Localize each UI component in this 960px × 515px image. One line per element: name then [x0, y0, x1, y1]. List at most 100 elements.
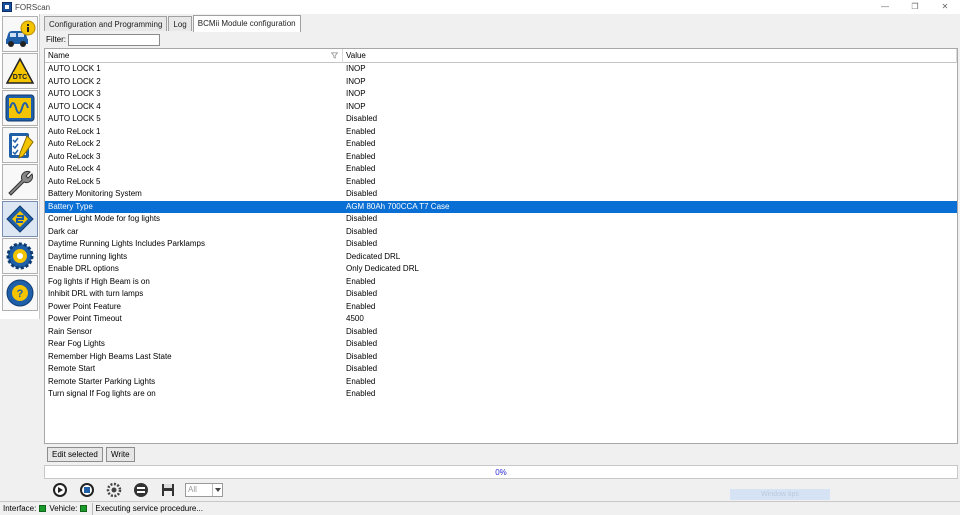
configuration-table: Name Value AUTO LOCK 1 INOP AUTO LOCK 2 INO… — [44, 48, 958, 444]
row-value-cell: Dedicated DRL — [346, 251, 401, 261]
vehicle-label: Vehicle: — [49, 504, 78, 513]
row-value-cell: Enabled — [346, 301, 376, 311]
close-button[interactable]: ✕ — [930, 0, 960, 14]
table-row[interactable]: Power Point Feature Enabled — [45, 301, 957, 314]
sidebar-service-checklist[interactable] — [2, 127, 38, 163]
table-row[interactable]: Corner Light Mode for fog lights Disabled — [45, 213, 957, 226]
minimize-button[interactable]: — — [870, 0, 900, 14]
connect-button[interactable] — [103, 482, 125, 498]
column-header-name[interactable]: Name — [45, 49, 343, 63]
table-row[interactable]: Auto ReLock 3 Enabled — [45, 151, 957, 164]
table-row[interactable]: Auto ReLock 1 Enabled — [45, 126, 957, 139]
table-row[interactable]: Auto ReLock 2 Enabled — [45, 138, 957, 151]
tab-bcmii-module-configuration[interactable]: BCMii Module configuration — [192, 15, 301, 32]
row-name-cell: Power Point Timeout — [48, 314, 122, 323]
filter-funnel-icon[interactable] — [331, 52, 338, 59]
table-row[interactable]: Rear Fog Lights Disabled — [45, 338, 957, 351]
run-button[interactable] — [49, 482, 71, 498]
edit-selected-button[interactable]: Edit selected — [47, 447, 103, 462]
filter-label: Filter: — [46, 35, 66, 44]
row-name-cell: AUTO LOCK 5 — [48, 114, 101, 123]
save-button[interactable] — [157, 482, 179, 498]
sidebar-module-configuration[interactable] — [2, 201, 38, 237]
write-button[interactable]: Write — [106, 447, 135, 462]
row-name-cell: Auto ReLock 3 — [48, 151, 101, 161]
table-row[interactable]: Remember High Beams Last State Disabled — [45, 351, 957, 364]
table-row[interactable]: Remote Starter Parking Lights Enabled — [45, 376, 957, 389]
gear-icon — [6, 242, 34, 270]
vehicle-status-indicator — [80, 505, 88, 512]
filter-row: Filter: — [44, 32, 958, 47]
filter-input[interactable] — [68, 33, 160, 46]
table-header: Name Value — [45, 49, 957, 63]
row-name-cell: Auto ReLock 2 — [48, 139, 101, 148]
row-name-cell: AUTO LOCK 3 — [48, 89, 101, 98]
column-header-value-label: Value — [346, 51, 366, 60]
table-row[interactable]: Battery Monitoring System Disabled — [45, 188, 957, 201]
row-value-cell: Enabled — [346, 276, 376, 286]
row-value-cell: 4500 — [346, 314, 364, 323]
row-value-cell: Disabled — [346, 226, 378, 236]
tab-log[interactable]: Log — [168, 16, 192, 31]
column-header-value[interactable]: Value — [343, 49, 957, 63]
sidebar-oscilloscope[interactable] — [2, 90, 38, 126]
row-value-cell: Disabled — [346, 189, 378, 198]
chevron-down-icon[interactable] — [212, 484, 222, 496]
tab-configuration-and-programming[interactable]: Configuration and Programming — [44, 16, 168, 31]
sidebar: DTC ? — [0, 14, 40, 319]
sidebar-help[interactable]: ? — [2, 275, 38, 311]
table-row[interactable]: Battery Type AGM 80Ah 700CCA T7 Case — [45, 200, 957, 213]
interface-label: Interface: — [3, 504, 37, 513]
table-row[interactable]: AUTO LOCK 4 INOP — [45, 101, 957, 114]
table-row[interactable]: Turn signal If Fog lights are on Enabled — [45, 388, 957, 401]
row-name-cell: Enable DRL options — [48, 264, 119, 273]
row-value-cell: Enabled — [346, 376, 376, 386]
sidebar-settings[interactable] — [2, 238, 38, 274]
row-value-cell: INOP — [346, 101, 366, 111]
table-row[interactable]: Power Point Timeout 4500 — [45, 313, 957, 326]
row-value-cell: INOP — [346, 89, 366, 98]
svg-text:?: ? — [17, 288, 24, 300]
row-value-cell: Disabled — [346, 239, 378, 248]
sidebar-vehicle-info[interactable] — [2, 16, 38, 52]
stop-button[interactable] — [76, 482, 98, 498]
table-row[interactable]: Remote Start Disabled — [45, 363, 957, 376]
bottom-toolbar: All Window tips — [44, 481, 958, 500]
table-row[interactable]: Enable DRL options Only Dedicated DRL — [45, 263, 957, 276]
sidebar-service-functions[interactable] — [2, 164, 38, 200]
disconnect-button[interactable] — [130, 482, 152, 498]
table-row[interactable]: AUTO LOCK 2 INOP — [45, 76, 957, 89]
row-value-cell: Disabled — [346, 214, 378, 223]
table-row[interactable]: Auto ReLock 5 Enabled — [45, 176, 957, 189]
table-row[interactable]: AUTO LOCK 5 Disabled — [45, 113, 957, 126]
row-name-cell: Remote Starter Parking Lights — [48, 376, 156, 386]
row-value-cell: INOP — [346, 64, 366, 73]
row-name-cell: Fog lights if High Beam is on — [48, 276, 150, 286]
window-tips-button[interactable]: Window tips — [730, 489, 830, 500]
table-row[interactable]: AUTO LOCK 1 INOP — [45, 63, 957, 76]
table-row[interactable]: Daytime running lights Dedicated DRL — [45, 251, 957, 264]
svg-text:DTC: DTC — [13, 74, 27, 81]
row-value-cell: Enabled — [346, 176, 376, 186]
table-row[interactable]: Daytime Running Lights Includes Parklamp… — [45, 238, 957, 251]
table-row[interactable]: Inhibit DRL with turn lamps Disabled — [45, 288, 957, 301]
table-row[interactable]: Dark car Disabled — [45, 226, 957, 239]
row-value-cell: Enabled — [346, 151, 376, 161]
table-row[interactable]: Rain Sensor Disabled — [45, 326, 957, 339]
row-value-cell: Disabled — [346, 364, 378, 373]
row-value-cell: Only Dedicated DRL — [346, 264, 419, 273]
row-value-cell: Enabled — [346, 126, 376, 136]
log-filter-combo[interactable]: All — [185, 483, 223, 497]
action-bar: Edit selected Write — [44, 445, 958, 465]
restore-button[interactable]: ❐ — [900, 0, 930, 14]
title-bar: FORScan — ❐ ✕ — [0, 0, 960, 14]
sidebar-dtc[interactable]: DTC — [2, 53, 38, 89]
row-value-cell: Disabled — [346, 289, 378, 298]
row-name-cell: AUTO LOCK 1 — [48, 64, 101, 73]
table-row[interactable]: AUTO LOCK 3 INOP — [45, 88, 957, 101]
column-header-name-label: Name — [48, 51, 70, 60]
cog-connect-icon — [106, 482, 122, 498]
table-row[interactable]: Fog lights if High Beam is on Enabled — [45, 276, 957, 289]
row-name-cell: Remember High Beams Last State — [48, 351, 172, 361]
table-row[interactable]: Auto ReLock 4 Enabled — [45, 163, 957, 176]
